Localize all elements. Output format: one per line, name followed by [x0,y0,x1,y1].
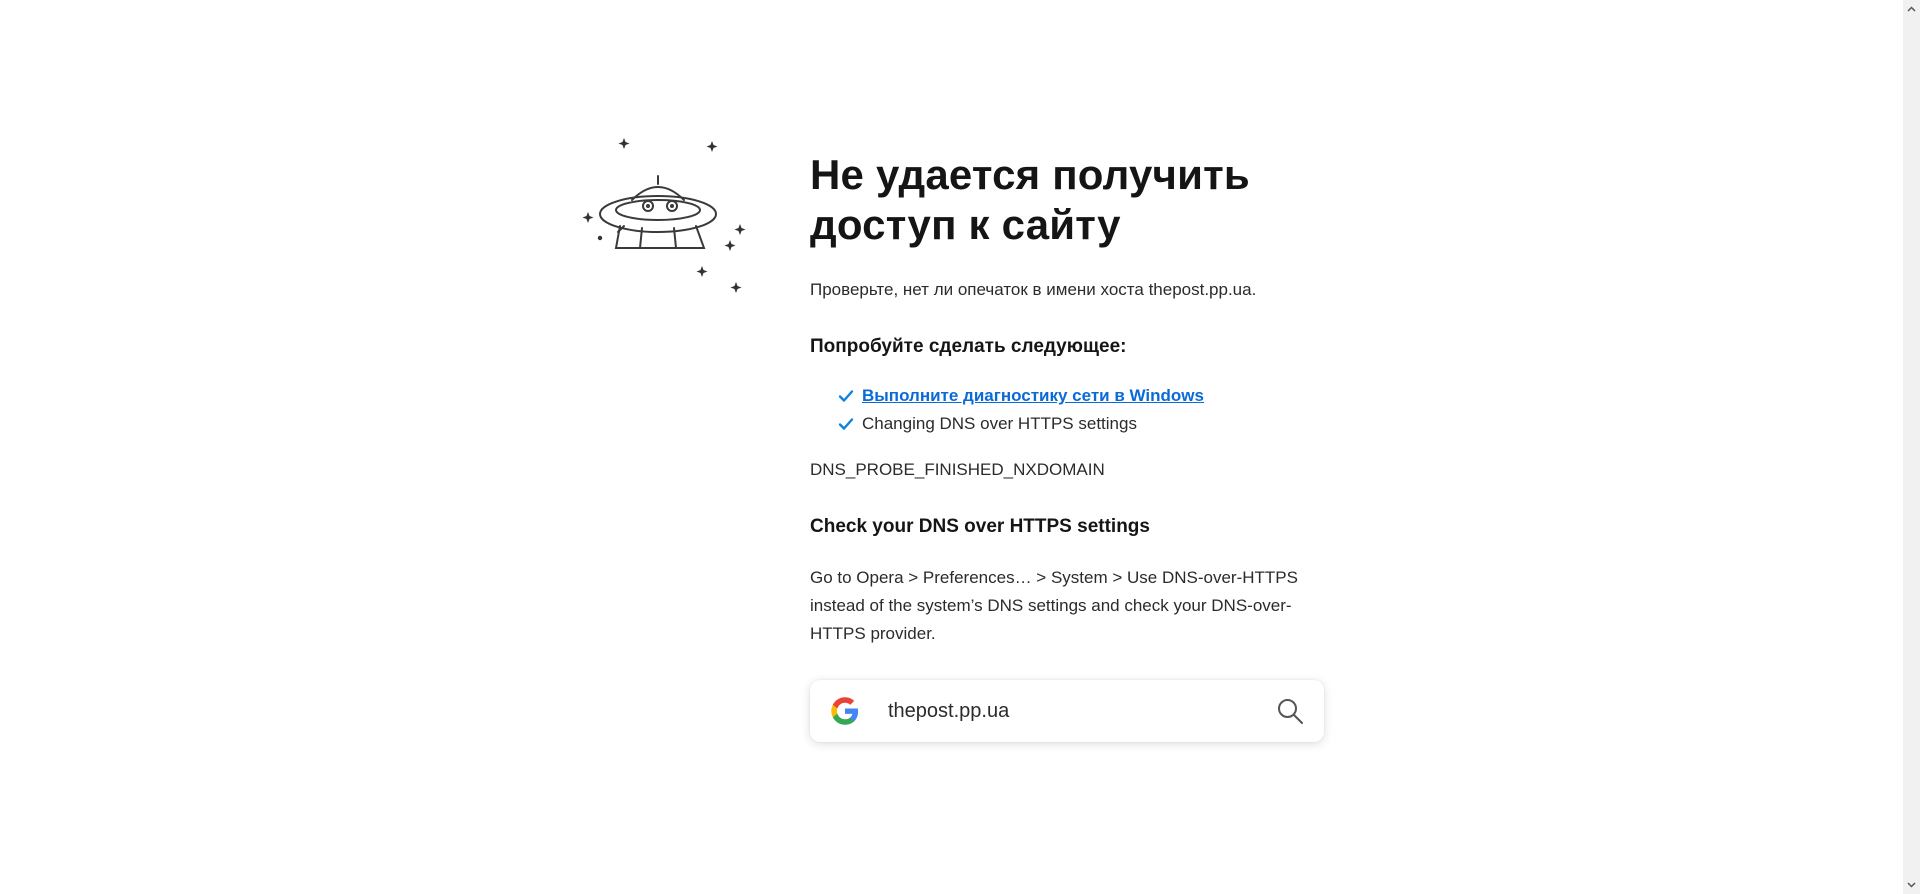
check-icon [838,390,854,402]
star-icon [724,240,736,251]
dns-settings-suggestion: Changing DNS over HTTPS settings [862,414,1137,433]
search-input[interactable] [886,698,1270,724]
google-icon [831,697,859,725]
star-icon [706,141,718,152]
search-icon[interactable] [1276,697,1304,725]
error-content: Не удается получить доступ к сайту Прове… [810,150,1330,742]
dns-instructions: Go to Opera > Preferences… > System > Us… [810,568,1298,643]
error-title: Не удается получить доступ к сайту [810,151,1250,248]
dns-heading: Check your DNS over HTTPS settings [810,516,1150,537]
search-box [810,680,1324,742]
suggestions-heading: Попробуйте сделать следующее: [810,336,1127,357]
check-icon [838,418,854,430]
network-diagnostics-link[interactable]: Выполните диагностику сети в Windows [862,382,1204,410]
ufo-illustration [582,138,746,293]
star-icon [734,224,746,235]
suggestion-item: Выполните диагностику сети в Windows [838,382,1330,410]
suggestions-list: Выполните диагностику сети в Windows Cha… [810,382,1330,438]
scroll-up-arrow-icon[interactable] [1906,4,1917,15]
star-icon [582,212,594,223]
vertical-scrollbar[interactable] [1903,0,1920,894]
suggestion-item: Changing DNS over HTTPS settings [838,410,1330,438]
star-icon [730,282,742,293]
star-icon [618,138,630,149]
error-code: DNS_PROBE_FINISHED_NXDOMAIN [810,460,1105,479]
star-icon [696,266,708,277]
scroll-down-arrow-icon[interactable] [1906,879,1917,890]
error-hint: Проверьте, нет ли опечаток в имени хоста… [810,280,1257,299]
